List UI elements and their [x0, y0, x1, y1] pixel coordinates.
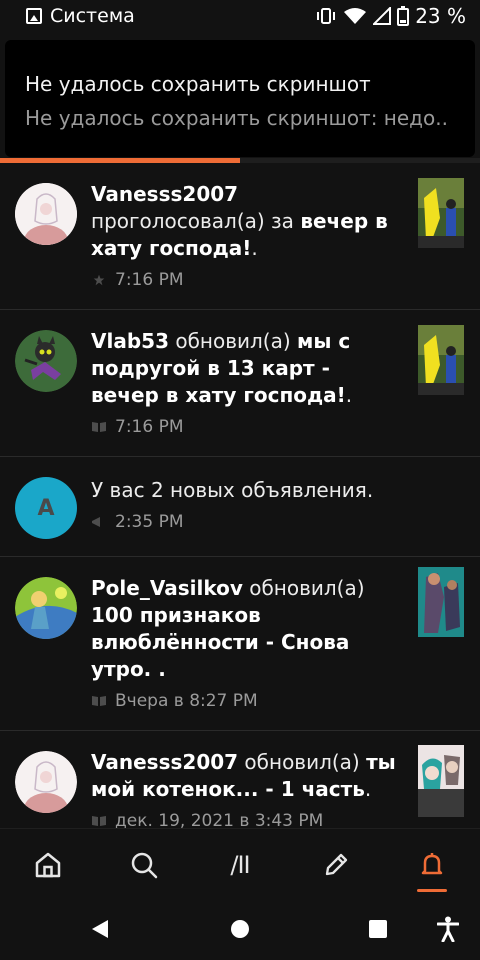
nav-search[interactable]	[96, 829, 192, 900]
timestamp: 2:35 PM	[115, 512, 184, 532]
notification-text: Vlab53 обновил(а) мы с подругой в 13 кар…	[91, 328, 403, 409]
avatar[interactable]	[15, 183, 77, 245]
wifi-icon	[344, 8, 367, 24]
story-cover-thumbnail[interactable]	[418, 567, 464, 637]
avatar[interactable]	[15, 751, 77, 813]
action-text: проголосовал(а) за	[91, 209, 294, 233]
punctuation: .	[345, 383, 353, 407]
avatar[interactable]	[15, 330, 77, 392]
vibrate-icon	[317, 8, 336, 24]
notification-text: Vanesss2007 обновил(а) ты мой котенок...…	[91, 749, 403, 803]
timestamp: Вчера в 8:27 PM	[115, 691, 258, 711]
timestamp: дек. 19, 2021 в 3:43 PM	[115, 811, 324, 828]
search-icon	[131, 852, 158, 878]
status-app-label: Система	[50, 5, 135, 27]
system-navigation-bar	[0, 900, 480, 960]
accessibility-icon[interactable]	[437, 916, 459, 942]
bottom-navigation: /II	[0, 828, 480, 900]
megaphone-icon	[92, 517, 100, 527]
username[interactable]: Vlab53	[91, 329, 169, 353]
story-cover-thumbnail[interactable]	[418, 745, 464, 817]
signal-icon	[373, 7, 392, 25]
timestamp: 7:16 PM	[115, 270, 184, 290]
announcement-avatar: A	[15, 477, 77, 539]
image-icon	[26, 8, 42, 24]
story-cover-thumbnail[interactable]	[418, 178, 464, 248]
story-title[interactable]: 100 признаков влюблённости - Снова утро.…	[91, 603, 349, 681]
username[interactable]: Vanesss2007	[91, 182, 238, 206]
battery-percentage: 23 %	[415, 4, 466, 28]
notification-text: У вас 2 новых объявления.	[91, 478, 374, 502]
write-icon	[325, 853, 348, 875]
home-icon	[35, 852, 61, 877]
home-circle-icon[interactable]	[230, 918, 250, 940]
notification-item[interactable]: Vlab53 обновил(а) мы с подругой в 13 кар…	[0, 310, 480, 457]
notification-item[interactable]: A У вас 2 новых объявления. 2:35 PM	[0, 457, 480, 557]
nav-library[interactable]: /II	[192, 829, 288, 900]
notification-text: Pole_Vasilkov обновил(а) 100 признаков в…	[91, 575, 403, 683]
avatar[interactable]	[15, 577, 77, 639]
notifications-feed[interactable]: Vanesss2007 проголосовал(а) за вечер в х…	[0, 163, 480, 828]
notification-item[interactable]: Vanesss2007 проголосовал(а) за вечер в х…	[0, 163, 480, 310]
notification-item[interactable]: Pole_Vasilkov обновил(а) 100 признаков в…	[0, 557, 480, 731]
username[interactable]: Pole_Vasilkov	[91, 576, 243, 600]
notification-item[interactable]: Vanesss2007 обновил(а) ты мой котенок...…	[0, 731, 480, 828]
notification-text: Vanesss2007 проголосовал(а) за вечер в х…	[91, 181, 403, 262]
book-icon	[92, 816, 106, 826]
notification-title: Не удалось сохранить скриншот	[25, 72, 371, 96]
username[interactable]: Vanesss2007	[91, 750, 238, 774]
action-text: обновил(а)	[175, 329, 291, 353]
screenshot-error-notification[interactable]: Не удалось сохранить скриншот Не удалось…	[5, 40, 475, 157]
star-icon	[93, 274, 105, 286]
status-bar: Система 23 %	[0, 0, 480, 32]
active-tab-indicator	[417, 889, 447, 892]
back-icon[interactable]	[90, 918, 110, 940]
punctuation: .	[364, 777, 372, 801]
book-icon	[92, 696, 106, 706]
book-icon	[92, 422, 106, 432]
nav-write[interactable]	[288, 829, 384, 900]
nav-home[interactable]	[0, 829, 96, 900]
action-text: обновил(а)	[244, 750, 360, 774]
library-icon: /II	[230, 850, 250, 879]
punctuation: .	[251, 236, 258, 260]
notification-text: Не удалось сохранить скриншот: недо..	[25, 106, 448, 130]
notifications-icon	[421, 852, 443, 874]
story-cover-thumbnail[interactable]	[418, 325, 464, 395]
avatar-letter: A	[37, 495, 55, 521]
action-text: обновил(а)	[249, 576, 365, 600]
nav-notifications[interactable]	[384, 829, 480, 900]
recents-icon[interactable]	[368, 918, 388, 940]
battery-icon	[397, 6, 410, 26]
timestamp: 7:16 PM	[115, 417, 184, 437]
